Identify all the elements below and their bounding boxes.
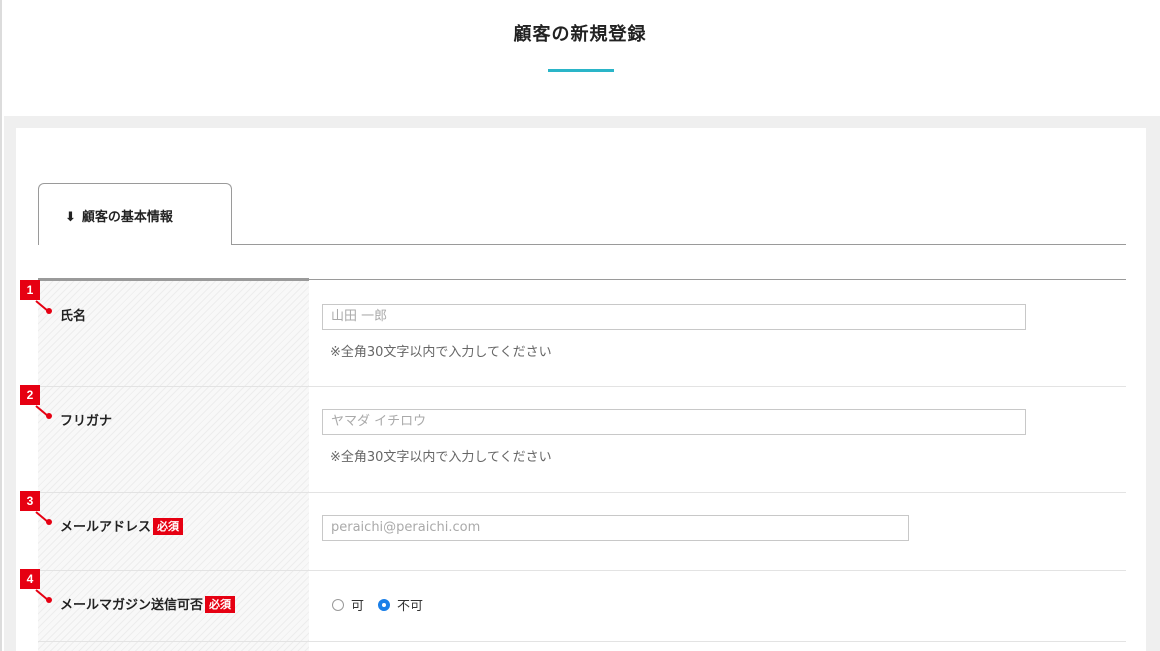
name-input[interactable]: 山田 一郎 [322,304,1026,330]
annotation-dot-1 [46,308,52,314]
radio-deny-label[interactable]: 不可 [397,595,423,614]
row-separator [38,570,1126,571]
annotation-number-4: 4 [20,569,40,589]
field-label-email: メールアドレス 必須 [60,516,184,535]
name-hint: ※全角30文字以内で入力してください [330,345,552,360]
field-label-newsletter: メールマガジン送信可否 必須 [60,594,236,613]
required-badge: 必須 [153,518,184,535]
row-separator [38,492,1126,493]
page-title: 顧客の新規登録 [513,24,647,45]
email-input[interactable]: peraichi@peraichi.com [322,515,909,541]
row-separator [38,641,1126,642]
arrow-down-icon: ⬇ [65,210,76,225]
newsletter-radio-group: 可 不可 [332,595,437,614]
tab-basic-info[interactable]: ⬇ 顧客の基本情報 [38,183,232,245]
title-underline [548,69,614,72]
row-separator [38,386,1126,387]
annotation-dot-3 [46,519,52,525]
annotation-number-3: 3 [20,491,40,511]
tab-basic-info-label: ⬇ 顧客の基本情報 [65,210,173,225]
window-left-border [0,0,2,651]
field-label-name: 氏名 [60,309,87,324]
annotation-number-2: 2 [20,385,40,405]
annotation-dot-4 [46,597,52,603]
radio-allow[interactable] [332,598,344,611]
radio-allow-label[interactable]: 可 [351,595,364,614]
furigana-input[interactable]: ヤマダ イチロウ [322,409,1026,435]
radio-deny[interactable] [378,598,391,611]
annotation-dot-2 [46,413,52,419]
annotation-number-1: 1 [20,280,40,300]
field-label-furigana: フリガナ [60,414,113,429]
required-badge: 必須 [205,596,236,613]
furigana-hint: ※全角30文字以内で入力してください [330,450,552,465]
section-top-border-right [309,279,1126,280]
